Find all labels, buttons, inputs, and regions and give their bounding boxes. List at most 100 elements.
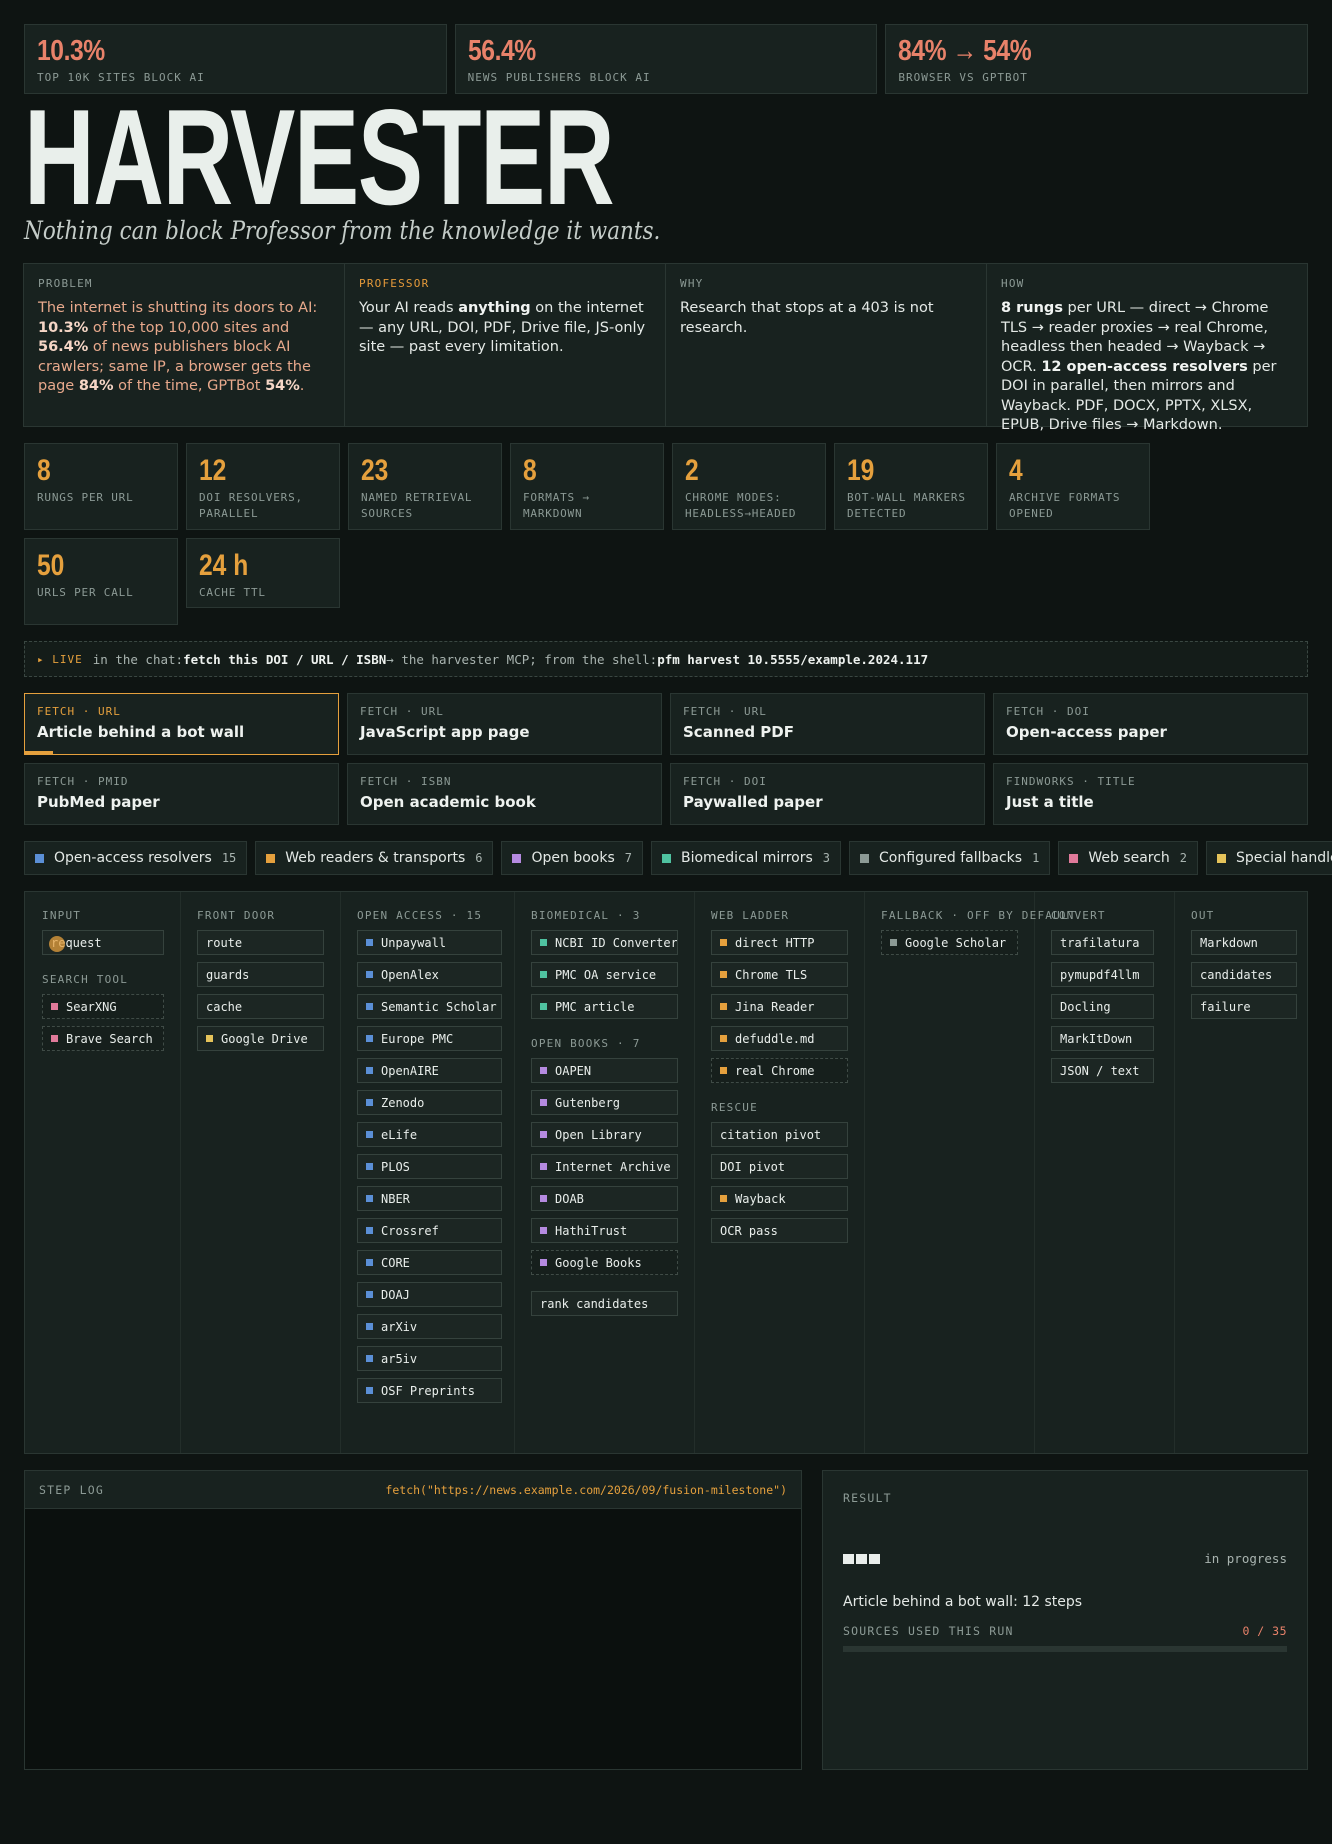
tile-open-access-paper[interactable]: FETCH · DOI Open-access paper bbox=[993, 693, 1308, 755]
legend-fallbacks: Configured fallbacks 1 bbox=[849, 841, 1051, 875]
node-unpaywall[interactable]: Unpaywall bbox=[357, 930, 502, 955]
node-markdown[interactable]: Markdown bbox=[1191, 930, 1297, 955]
card-problem: PROBLEM The internet is shutting its doo… bbox=[23, 263, 345, 427]
card-how: HOW 8 rungs per URL — direct → Chrome TL… bbox=[986, 263, 1308, 433]
num-urls-per-call: 50 URLS PER CALL bbox=[24, 538, 178, 625]
node-json-text[interactable]: JSON / text bbox=[1051, 1058, 1154, 1083]
node-pymupdf4llm[interactable]: pymupdf4llm bbox=[1051, 962, 1154, 987]
node-internet-archive[interactable]: Internet Archive bbox=[531, 1154, 678, 1179]
source-type-marker bbox=[366, 1099, 373, 1106]
node-semantic-scholar[interactable]: Semantic Scholar bbox=[357, 994, 502, 1019]
card-body: 8 rungs per URL — direct → Chrome TLS → … bbox=[1001, 300, 1277, 433]
num-bot-wall-markers: 19 BOT-WALL MARKERS DETECTED bbox=[834, 443, 988, 530]
live-badge: ▸ LIVE bbox=[37, 652, 83, 666]
node-pmc-oa-service[interactable]: PMC OA service bbox=[531, 962, 678, 987]
node-direct-http[interactable]: direct HTTP bbox=[711, 930, 848, 955]
node-brave-search[interactable]: Brave Search bbox=[42, 1026, 164, 1051]
stat-browser-vs-gptbot: 84% → 54% BROWSER VS GPTBOT bbox=[885, 24, 1309, 94]
node-failure[interactable]: failure bbox=[1191, 994, 1297, 1019]
node-docling[interactable]: Docling bbox=[1051, 994, 1154, 1019]
col-out: OUT Markdown candidates failure bbox=[1175, 892, 1307, 1453]
step-log-title: STEP LOG bbox=[39, 1482, 104, 1497]
tile-pubmed-paper[interactable]: FETCH · PMID PubMed paper bbox=[24, 763, 339, 825]
sources-progress-bar bbox=[843, 1646, 1287, 1652]
node-rank-candidates[interactable]: rank candidates bbox=[531, 1291, 678, 1316]
num-doi-resolvers: 12 DOI RESOLVERS, PARALLEL bbox=[186, 443, 340, 530]
source-type-marker bbox=[366, 1259, 373, 1266]
stat-label: TOP 10K SITES BLOCK AI bbox=[37, 71, 205, 84]
node-zenodo[interactable]: Zenodo bbox=[357, 1090, 502, 1115]
source-type-marker bbox=[720, 939, 727, 946]
node-wayback[interactable]: Wayback bbox=[711, 1186, 848, 1211]
node-guards[interactable]: guards bbox=[197, 962, 324, 987]
node-real-chrome[interactable]: real Chrome bbox=[711, 1058, 848, 1083]
source-type-marker bbox=[366, 1227, 373, 1234]
node-searxng[interactable]: SearXNG bbox=[42, 994, 164, 1019]
tile-open-book[interactable]: FETCH · ISBN Open academic book bbox=[347, 763, 662, 825]
node-core[interactable]: CORE bbox=[357, 1250, 502, 1275]
page-title: HARVESTER bbox=[24, 102, 615, 212]
node-pmc-article[interactable]: PMC article bbox=[531, 994, 678, 1019]
node-openalex[interactable]: OpenAlex bbox=[357, 962, 502, 987]
node-ocr-pass[interactable]: OCR pass bbox=[711, 1218, 848, 1243]
tagline: Nothing can block Professor from the kno… bbox=[24, 216, 661, 245]
source-type-marker bbox=[540, 1195, 547, 1202]
node-google-books[interactable]: Google Books bbox=[531, 1250, 678, 1275]
node-nber[interactable]: NBER bbox=[357, 1186, 502, 1211]
node-candidates[interactable]: candidates bbox=[1191, 962, 1297, 987]
node-openaire[interactable]: OpenAIRE bbox=[357, 1058, 502, 1083]
card-heading: HOW bbox=[1001, 277, 1025, 290]
num-retrieval-sources: 23 NAMED RETRIEVAL SOURCES bbox=[348, 443, 502, 530]
node-route[interactable]: route bbox=[197, 930, 324, 955]
node-elife[interactable]: eLife bbox=[357, 1122, 502, 1147]
source-type-marker bbox=[206, 1035, 213, 1042]
tile-article-bot-wall[interactable]: FETCH · URL Article behind a bot wall bbox=[24, 693, 339, 755]
node-defuddle-md[interactable]: defuddle.md bbox=[711, 1026, 848, 1051]
node-trafilatura[interactable]: trafilatura bbox=[1051, 930, 1154, 955]
node-doi-pivot[interactable]: DOI pivot bbox=[711, 1154, 848, 1179]
node-cache[interactable]: cache bbox=[197, 994, 324, 1019]
tile-javascript-app[interactable]: FETCH · URL JavaScript app page bbox=[347, 693, 662, 755]
num-chrome-modes: 2 CHROME MODES: HEADLESS→HEADED bbox=[672, 443, 826, 530]
node-crossref[interactable]: Crossref bbox=[357, 1218, 502, 1243]
node-europe-pmc[interactable]: Europe PMC bbox=[357, 1026, 502, 1051]
top-stats: 10.3% TOP 10K SITES BLOCK AI 56.4% NEWS … bbox=[24, 24, 1309, 94]
source-type-marker bbox=[366, 1067, 373, 1074]
legend-swatch bbox=[266, 853, 276, 863]
bottom-panels: STEP LOG fetch("https://news.example.com… bbox=[24, 1470, 1308, 1770]
tile-just-a-title[interactable]: FINDWORKS · TITLE Just a title bbox=[993, 763, 1308, 825]
node-doab[interactable]: DOAB bbox=[531, 1186, 678, 1211]
node-markitdown[interactable]: MarkItDown bbox=[1051, 1026, 1154, 1051]
node-arxiv[interactable]: arXiv bbox=[357, 1314, 502, 1339]
legend-web-readers: Web readers & transports 6 bbox=[255, 841, 494, 875]
node-jina-reader[interactable]: Jina Reader bbox=[711, 994, 848, 1019]
source-type-marker bbox=[366, 1003, 373, 1010]
col-input: INPUT request SEARCH TOOL SearXNG Brave S… bbox=[42, 892, 181, 1453]
node-plos[interactable]: PLOS bbox=[357, 1154, 502, 1179]
node-google-scholar[interactable]: Google Scholar bbox=[881, 930, 1018, 955]
node-ncbi-id-converter[interactable]: NCBI ID Converter bbox=[531, 930, 678, 955]
node-request[interactable]: request bbox=[42, 930, 164, 955]
source-type-marker bbox=[366, 1387, 373, 1394]
node-hathitrust[interactable]: HathiTrust bbox=[531, 1218, 678, 1243]
node-citation-pivot[interactable]: citation pivot bbox=[711, 1122, 848, 1147]
result-status: in progress bbox=[1204, 1551, 1287, 1566]
live-command-bar: ▸ LIVE in the chat: fetch this DOI / URL… bbox=[24, 641, 1308, 677]
legend-biomedical: Biomedical mirrors 3 bbox=[650, 841, 842, 875]
stat-label: BROWSER VS GPTBOT bbox=[898, 71, 1028, 84]
source-type-marker bbox=[540, 1099, 547, 1106]
node-chrome-tls[interactable]: Chrome TLS bbox=[711, 962, 848, 987]
node-ar5iv[interactable]: ar5iv bbox=[357, 1346, 502, 1371]
card-body: Research that stops at a 403 is not rese… bbox=[680, 300, 934, 336]
progress-dots bbox=[843, 1549, 882, 1568]
tile-paywalled-paper[interactable]: FETCH · DOI Paywalled paper bbox=[670, 763, 985, 825]
node-open-library[interactable]: Open Library bbox=[531, 1122, 678, 1147]
node-gutenberg[interactable]: Gutenberg bbox=[531, 1090, 678, 1115]
node-osf-preprints[interactable]: OSF Preprints bbox=[357, 1378, 502, 1403]
step-log-body[interactable] bbox=[25, 1509, 801, 1769]
node-oapen[interactable]: OAPEN bbox=[531, 1058, 678, 1083]
tile-scanned-pdf[interactable]: FETCH · URL Scanned PDF bbox=[670, 693, 985, 755]
node-doaj[interactable]: DOAJ bbox=[357, 1282, 502, 1307]
node-google-drive[interactable]: Google Drive bbox=[197, 1026, 324, 1051]
legend-swatch bbox=[35, 853, 44, 863]
